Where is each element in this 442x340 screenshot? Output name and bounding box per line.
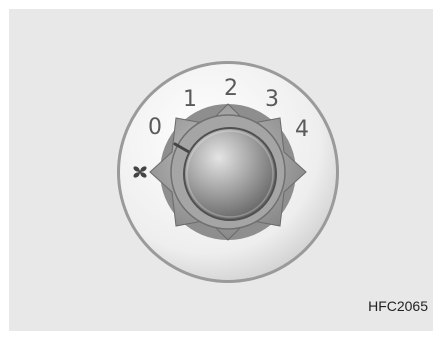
speed-position-3: 3 — [265, 87, 279, 112]
speed-position-1: 1 — [183, 87, 197, 112]
control-knob[interactable] — [183, 127, 277, 221]
speed-position-2: 2 — [224, 76, 238, 101]
speed-position-4: 4 — [295, 117, 309, 142]
figure-code: HFC2065 — [368, 298, 428, 314]
fan-speed-knob-illustration: 0 1 2 3 4 — [117, 61, 339, 283]
speed-position-0: 0 — [148, 115, 162, 140]
